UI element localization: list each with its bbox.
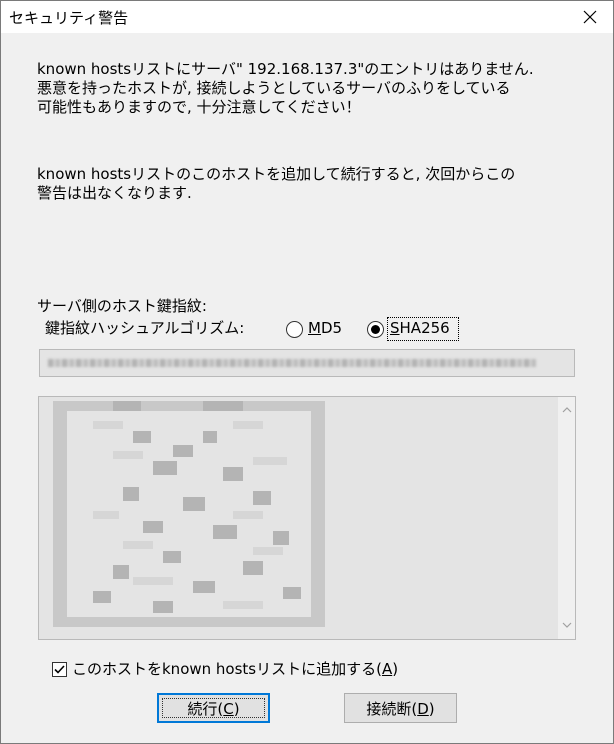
sha256-radio[interactable] [367, 321, 384, 338]
continue-button[interactable]: 続行(C) [157, 693, 270, 723]
fingerprint-obscured-value [48, 359, 536, 367]
title-bar[interactable]: セキュリティ警告 [1, 1, 613, 33]
md5-radio-label[interactable]: MD5 [308, 319, 342, 338]
scroll-down-button[interactable] [558, 616, 575, 633]
add-to-known-hosts-label[interactable]: このホストをknown hostsリストに追加する(A) [72, 660, 398, 679]
security-warning-dialog: セキュリティ警告 known hostsリストにサーバ" 192.168.137… [0, 0, 614, 744]
checkmark-icon [54, 665, 65, 674]
md5-radio[interactable] [286, 321, 303, 338]
close-icon [583, 10, 597, 24]
info-text-line1: known hostsリストのこのホストを追加して続行すると, 次回からこの [37, 165, 516, 183]
warning-text-line1: known hostsリストにサーバ" 192.168.137.3"のエントリは… [37, 60, 534, 78]
dialog-title: セキュリティ警告 [9, 9, 129, 27]
info-text-line2: 警告は出なくなります. [37, 184, 192, 202]
disconnect-button-label: 接続断(D) [366, 699, 435, 718]
randomart-textarea[interactable] [38, 396, 576, 640]
hash-algorithm-label: 鍵指紋ハッシュアルゴリズム: [45, 319, 245, 337]
chevron-down-icon [562, 622, 571, 628]
sha256-radio-label[interactable]: SHA256 [390, 319, 450, 338]
randomart-obscured [53, 401, 325, 627]
continue-button-label: 続行(C) [187, 699, 240, 718]
add-to-known-hosts-checkbox[interactable] [52, 662, 67, 677]
disconnect-button[interactable]: 接続断(D) [344, 693, 457, 723]
scroll-up-button[interactable] [558, 401, 575, 418]
randomart-scrollbar[interactable] [558, 397, 575, 639]
warning-text-line3: 可能性もありますので, 十分注意してください！ [37, 98, 361, 116]
close-button[interactable] [567, 1, 613, 33]
fingerprint-section-label: サーバ側のホスト鍵指紋: [37, 297, 207, 315]
warning-text-line2: 悪意を持ったホストが, 接続しようとしているサーバのふりをしている [37, 79, 511, 97]
fingerprint-field[interactable] [39, 349, 575, 377]
chevron-up-icon [562, 406, 571, 412]
